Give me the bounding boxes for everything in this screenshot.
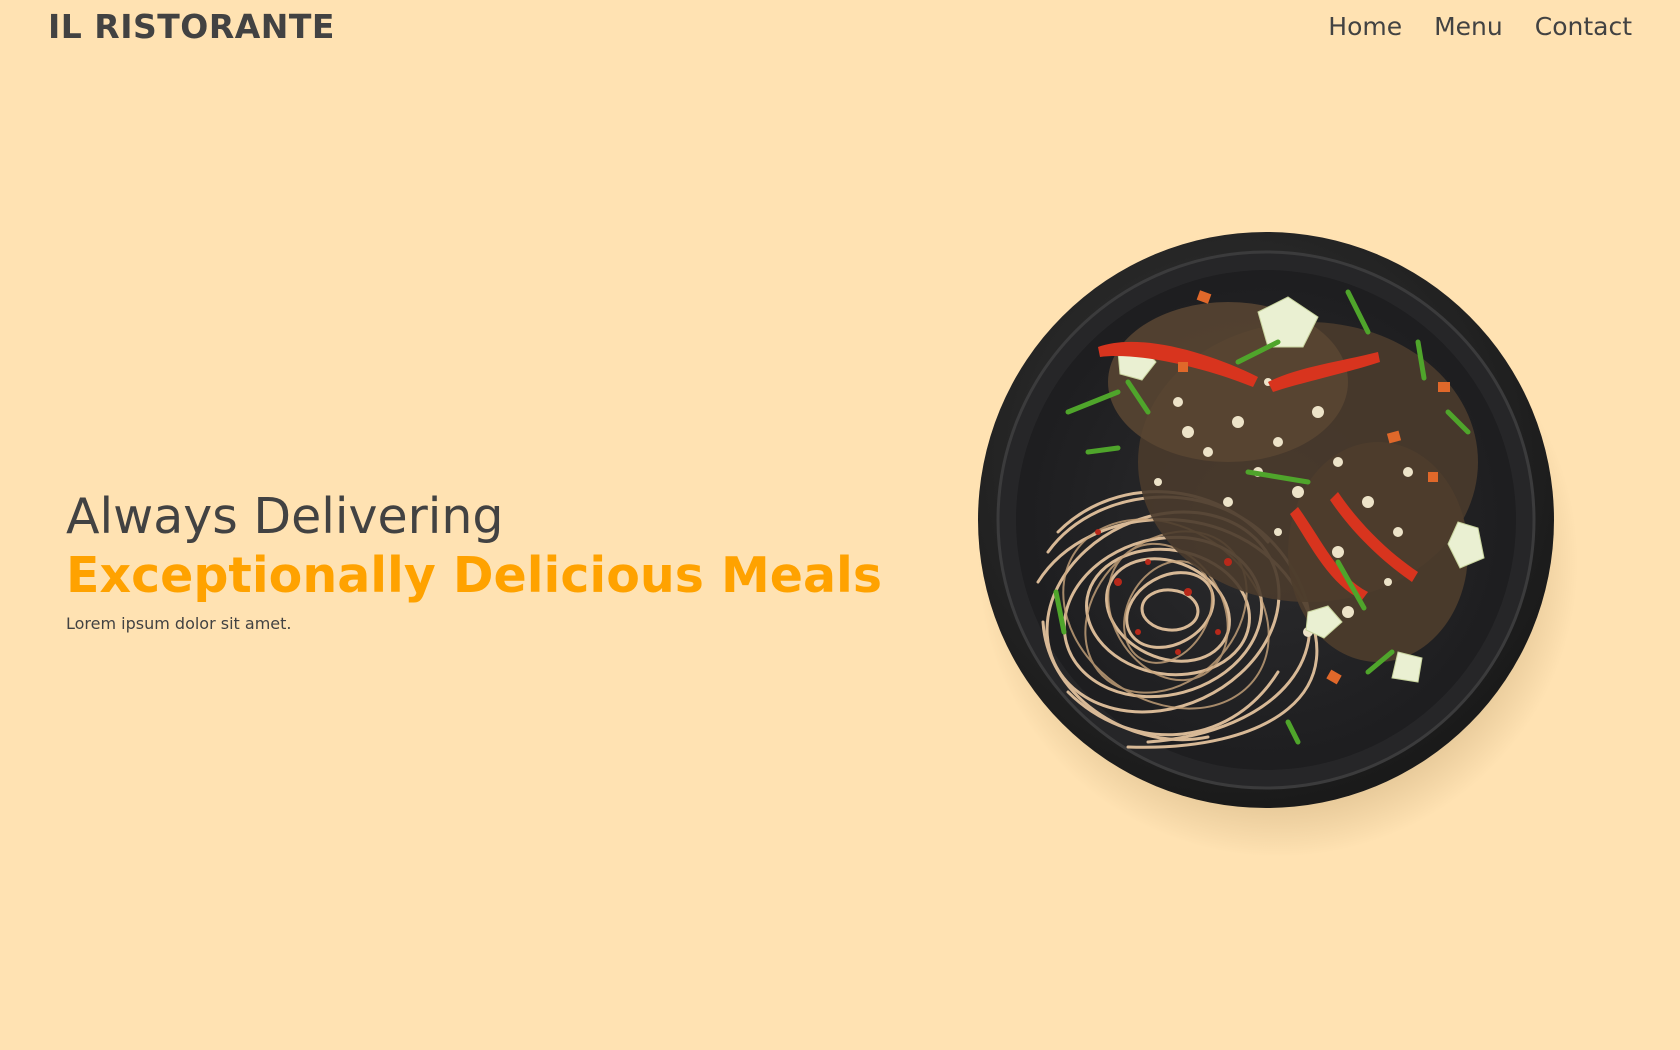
hero-heading-line2: Exceptionally Delicious Meals [66, 547, 882, 604]
hero-section: Always Delivering Exceptionally Deliciou… [66, 487, 882, 635]
brand-logo[interactable]: IL RISTORANTE [48, 6, 335, 48]
nav-home[interactable]: Home [1328, 8, 1402, 46]
pasta-dish-image [978, 232, 1578, 857]
main-nav: Home Menu Contact [1328, 8, 1632, 46]
hero-subtitle: Lorem ipsum dolor sit amet. [66, 614, 292, 633]
nav-contact[interactable]: Contact [1535, 8, 1632, 46]
hero-heading-line1: Always Delivering [66, 488, 504, 545]
nav-menu[interactable]: Menu [1434, 8, 1503, 46]
